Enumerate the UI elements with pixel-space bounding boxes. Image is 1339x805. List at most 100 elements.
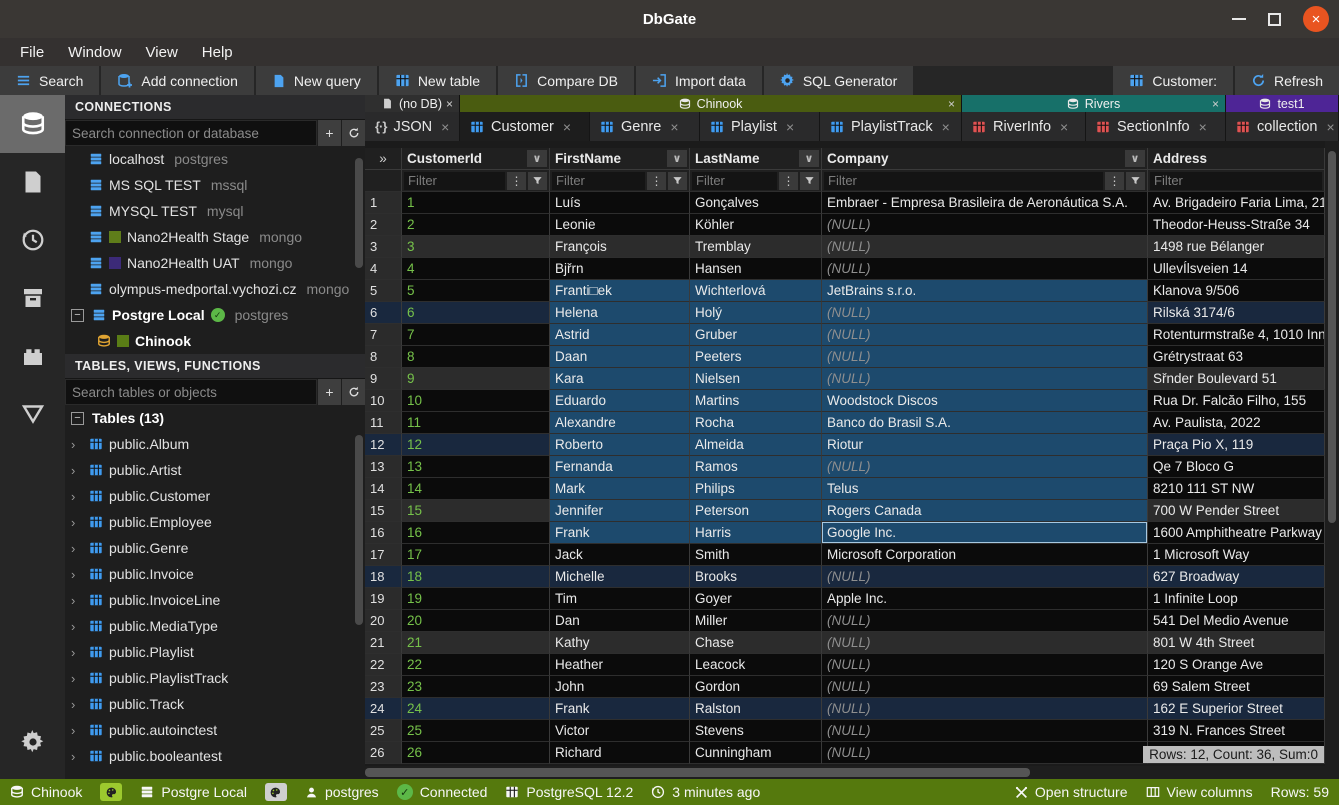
- filter-input[interactable]: [824, 172, 1103, 190]
- chevron-right-icon[interactable]: ›: [71, 619, 83, 634]
- cell-id[interactable]: 14: [402, 478, 550, 500]
- filter-menu-icon[interactable]: ⋮: [647, 172, 666, 190]
- cell-last[interactable]: Köhler: [690, 214, 822, 236]
- cell-last[interactable]: Philips: [690, 478, 822, 500]
- menu-help[interactable]: Help: [192, 41, 243, 64]
- cell-first[interactable]: Frank: [550, 522, 690, 544]
- cell-address[interactable]: 1 Microsoft Way: [1148, 544, 1325, 566]
- connections-search-input[interactable]: [65, 120, 317, 146]
- table-item[interactable]: ›public.MediaType: [65, 613, 365, 639]
- cell-address[interactable]: 8210 111 ST NW: [1148, 478, 1325, 500]
- cell-id[interactable]: 21: [402, 632, 550, 654]
- cell-first[interactable]: Leonie: [550, 214, 690, 236]
- cell-last[interactable]: Miller: [690, 610, 822, 632]
- cell-last[interactable]: Ralston: [690, 698, 822, 720]
- funnel-icon[interactable]: [800, 172, 819, 190]
- new-query-button[interactable]: New query: [256, 66, 379, 95]
- filter-input[interactable]: [552, 172, 645, 190]
- cell-last[interactable]: Leacock: [690, 654, 822, 676]
- refresh-button[interactable]: Refresh: [1233, 66, 1339, 95]
- row-number[interactable]: 20: [365, 610, 402, 632]
- row-number[interactable]: 12: [365, 434, 402, 456]
- cell-address[interactable]: 69 Salem Street: [1148, 676, 1325, 698]
- close-icon[interactable]: ×: [1326, 119, 1334, 135]
- row-number[interactable]: 19: [365, 588, 402, 610]
- cell-address[interactable]: Rilská 3174/6: [1148, 302, 1325, 324]
- cell-address[interactable]: Qe 7 Bloco G: [1148, 456, 1325, 478]
- close-icon[interactable]: ×: [942, 119, 950, 135]
- connection-item[interactable]: localhostpostgres: [65, 146, 365, 172]
- row-number[interactable]: 9: [365, 368, 402, 390]
- open-structure-button[interactable]: Open structure: [1015, 784, 1128, 800]
- cell-id[interactable]: 8: [402, 346, 550, 368]
- cell-id[interactable]: 1: [402, 192, 550, 214]
- cell-id[interactable]: 22: [402, 654, 550, 676]
- table-item[interactable]: ›public.Invoice: [65, 561, 365, 587]
- table-item[interactable]: ›public.Employee: [65, 509, 365, 535]
- chevron-right-icon[interactable]: ›: [71, 749, 83, 764]
- cell-address[interactable]: 1498 rue Bélanger: [1148, 236, 1325, 258]
- view-columns-button[interactable]: View columns: [1146, 784, 1253, 800]
- status-connection[interactable]: Postgre Local: [140, 784, 247, 800]
- cell-first[interactable]: Frank: [550, 698, 690, 720]
- cell-address[interactable]: 1600 Amphitheatre Parkway: [1148, 522, 1325, 544]
- files-nav-icon[interactable]: [0, 153, 65, 211]
- connection-color-icon[interactable]: [265, 783, 287, 801]
- cell-address[interactable]: Klanova 9/506: [1148, 280, 1325, 302]
- cell-first[interactable]: Helena: [550, 302, 690, 324]
- cell-first[interactable]: Richard: [550, 742, 690, 764]
- connection-item[interactable]: olympus-medportal.vychozi.czmongo: [65, 276, 365, 302]
- cell-first[interactable]: Kathy: [550, 632, 690, 654]
- tables-group[interactable]: − Tables (13): [65, 405, 365, 431]
- row-number[interactable]: 2: [365, 214, 402, 236]
- cell-first[interactable]: Daan: [550, 346, 690, 368]
- row-number[interactable]: 25: [365, 720, 402, 742]
- archive-nav-icon[interactable]: [0, 269, 65, 327]
- chevron-right-icon[interactable]: ›: [71, 567, 83, 582]
- cell-address[interactable]: Theodor-Heuss-Straße 34: [1148, 214, 1325, 236]
- filter-menu-icon[interactable]: ⋮: [779, 172, 798, 190]
- cell-id[interactable]: 17: [402, 544, 550, 566]
- refresh-tables-button[interactable]: [341, 379, 365, 405]
- row-number[interactable]: 18: [365, 566, 402, 588]
- cell-company[interactable]: Apple Inc.: [822, 588, 1148, 610]
- cell-id[interactable]: 2: [402, 214, 550, 236]
- tab-json[interactable]: {·}JSON×: [365, 112, 460, 141]
- menu-view[interactable]: View: [136, 41, 188, 64]
- cell-company[interactable]: (NULL): [822, 258, 1148, 280]
- row-number[interactable]: 3: [365, 236, 402, 258]
- cell-company[interactable]: Rogers Canada: [822, 500, 1148, 522]
- cell-id[interactable]: 7: [402, 324, 550, 346]
- cell-last[interactable]: Smith: [690, 544, 822, 566]
- column-header-company[interactable]: Company∨: [822, 148, 1148, 170]
- cell-id[interactable]: 10: [402, 390, 550, 412]
- chevron-right-icon[interactable]: ›: [71, 671, 83, 686]
- close-icon[interactable]: ×: [563, 119, 571, 135]
- column-header-address[interactable]: Address: [1148, 148, 1325, 170]
- hscroll-thumb[interactable]: [365, 768, 1030, 777]
- cell-company[interactable]: (NULL): [822, 236, 1148, 258]
- database-color-icon[interactable]: [100, 783, 122, 801]
- row-number[interactable]: 6: [365, 302, 402, 324]
- cell-first[interactable]: Kara: [550, 368, 690, 390]
- cell-first[interactable]: Fernanda: [550, 456, 690, 478]
- tab-group-nodb[interactable]: (no DB) ×: [365, 95, 460, 112]
- cell-id[interactable]: 16: [402, 522, 550, 544]
- column-header-customerid[interactable]: CustomerId∨: [402, 148, 550, 170]
- close-icon[interactable]: ×: [1212, 97, 1219, 111]
- import-data-button[interactable]: Import data: [636, 66, 764, 95]
- cell-first[interactable]: Astrid: [550, 324, 690, 346]
- cell-last[interactable]: Martins: [690, 390, 822, 412]
- cell-first[interactable]: Tim: [550, 588, 690, 610]
- cell-id[interactable]: 15: [402, 500, 550, 522]
- cell-id[interactable]: 26: [402, 742, 550, 764]
- close-icon[interactable]: ×: [441, 119, 449, 135]
- table-item[interactable]: ›public.InvoiceLine: [65, 587, 365, 613]
- chevron-right-icon[interactable]: ›: [71, 541, 83, 556]
- add-connection-button[interactable]: Add connection: [101, 66, 256, 95]
- row-number[interactable]: 7: [365, 324, 402, 346]
- tables-search-input[interactable]: [65, 379, 317, 405]
- cell-company[interactable]: (NULL): [822, 368, 1148, 390]
- tab-group-test1[interactable]: test1: [1226, 95, 1339, 112]
- history-nav-icon[interactable]: [0, 211, 65, 269]
